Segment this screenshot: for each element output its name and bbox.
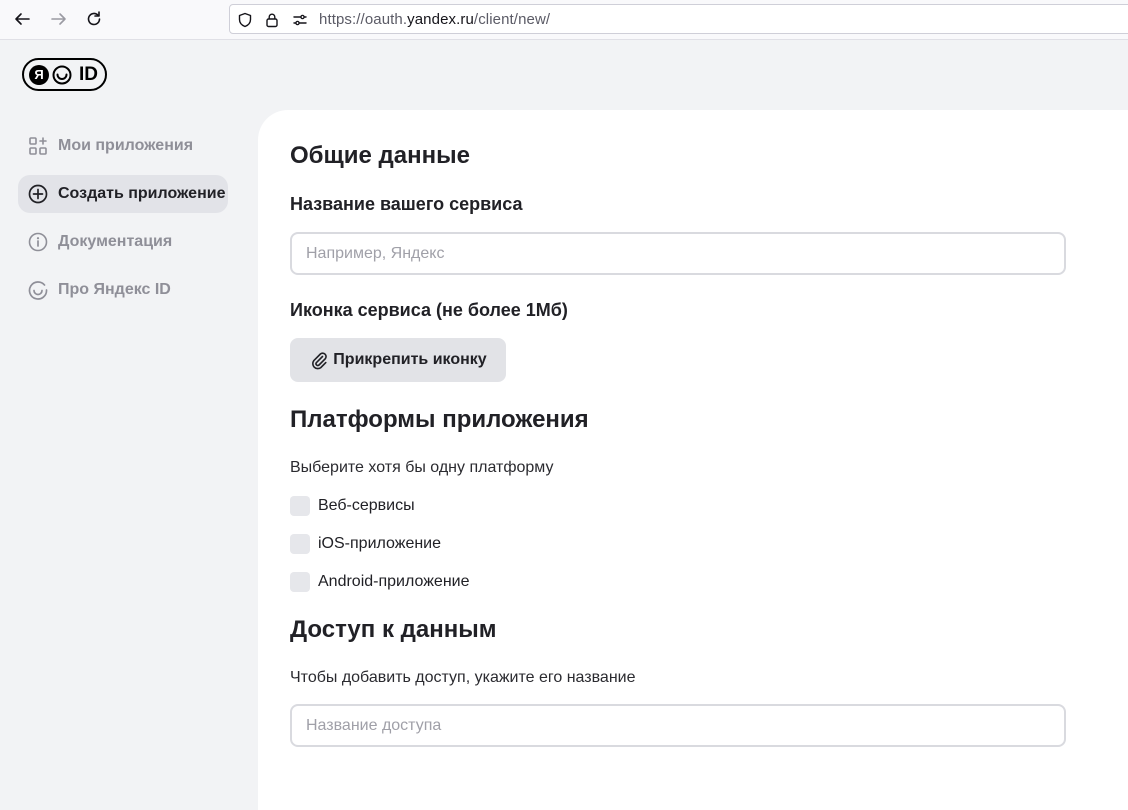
logo-text: ID [79, 63, 98, 85]
sidebar-item-label: Документация [58, 233, 173, 250]
forward-arrow-icon[interactable] [49, 9, 69, 29]
apps-add-icon [27, 135, 49, 157]
site-permissions-icon[interactable] [291, 11, 309, 29]
sidebar-item-create-app[interactable]: Создать приложение [18, 175, 228, 213]
attach-icon-button-label: Прикрепить иконку [333, 351, 487, 368]
platform-option-android[interactable]: Android-приложение [290, 571, 469, 593]
platforms-hint: Выберите хотя бы одну платформу [290, 459, 554, 476]
access-name-input[interactable] [290, 704, 1066, 747]
attach-icon-button[interactable]: Прикрепить иконку [290, 338, 506, 382]
platform-option-web[interactable]: Веб-сервисы [290, 495, 415, 517]
android-app-checkbox[interactable] [290, 572, 310, 592]
checkbox-label: iOS-приложение [318, 535, 442, 552]
back-arrow-icon[interactable] [12, 9, 32, 29]
shield-icon[interactable] [236, 11, 254, 29]
info-circle-icon [27, 231, 49, 253]
yandex-logo-mark: Я [29, 64, 49, 85]
service-name-input[interactable] [290, 232, 1066, 275]
smile-logo-icon [52, 65, 72, 84]
service-name-label: Название вашего сервиса [290, 194, 523, 214]
section-title-data-access: Доступ к данным [290, 616, 497, 643]
data-access-hint: Чтобы добавить доступ, укажите его назва… [290, 669, 636, 686]
url-text[interactable]: https://oauth.yandex.ru/client/new/ [319, 11, 550, 28]
checkbox-label: Веб-сервисы [318, 497, 415, 514]
sidebar-item-label: Создать приложение [58, 185, 226, 202]
sidebar-item-about-yandex-id[interactable]: Про Яндекс ID [18, 271, 218, 309]
service-icon-label: Иконка сервиса (не более 1Мб) [290, 300, 568, 320]
section-title-general: Общие данные [290, 142, 470, 169]
sidebar-item-label: Про Яндекс ID [58, 281, 171, 298]
sidebar-item-label: Мои приложения [58, 137, 194, 154]
address-bar[interactable]: https://oauth.yandex.ru/client/new/ [229, 4, 1128, 34]
sidebar-item-docs[interactable]: Документация [18, 223, 218, 261]
browser-toolbar: https://oauth.yandex.ru/client/new/ [0, 0, 1128, 40]
yandex-id-smile-icon [27, 279, 49, 301]
web-services-checkbox[interactable] [290, 496, 310, 516]
section-title-platforms: Платформы приложения [290, 406, 589, 433]
plus-circle-icon [27, 183, 49, 205]
ios-app-checkbox[interactable] [290, 534, 310, 554]
sidebar-item-my-apps[interactable]: Мои приложения [18, 127, 218, 165]
platform-option-ios[interactable]: iOS-приложение [290, 533, 441, 555]
lock-icon[interactable] [263, 11, 281, 29]
reload-icon[interactable] [84, 9, 104, 29]
checkbox-label: Android-приложение [318, 573, 470, 590]
paperclip-icon [309, 350, 329, 370]
yandex-id-logo[interactable]: Я ID [22, 58, 107, 91]
